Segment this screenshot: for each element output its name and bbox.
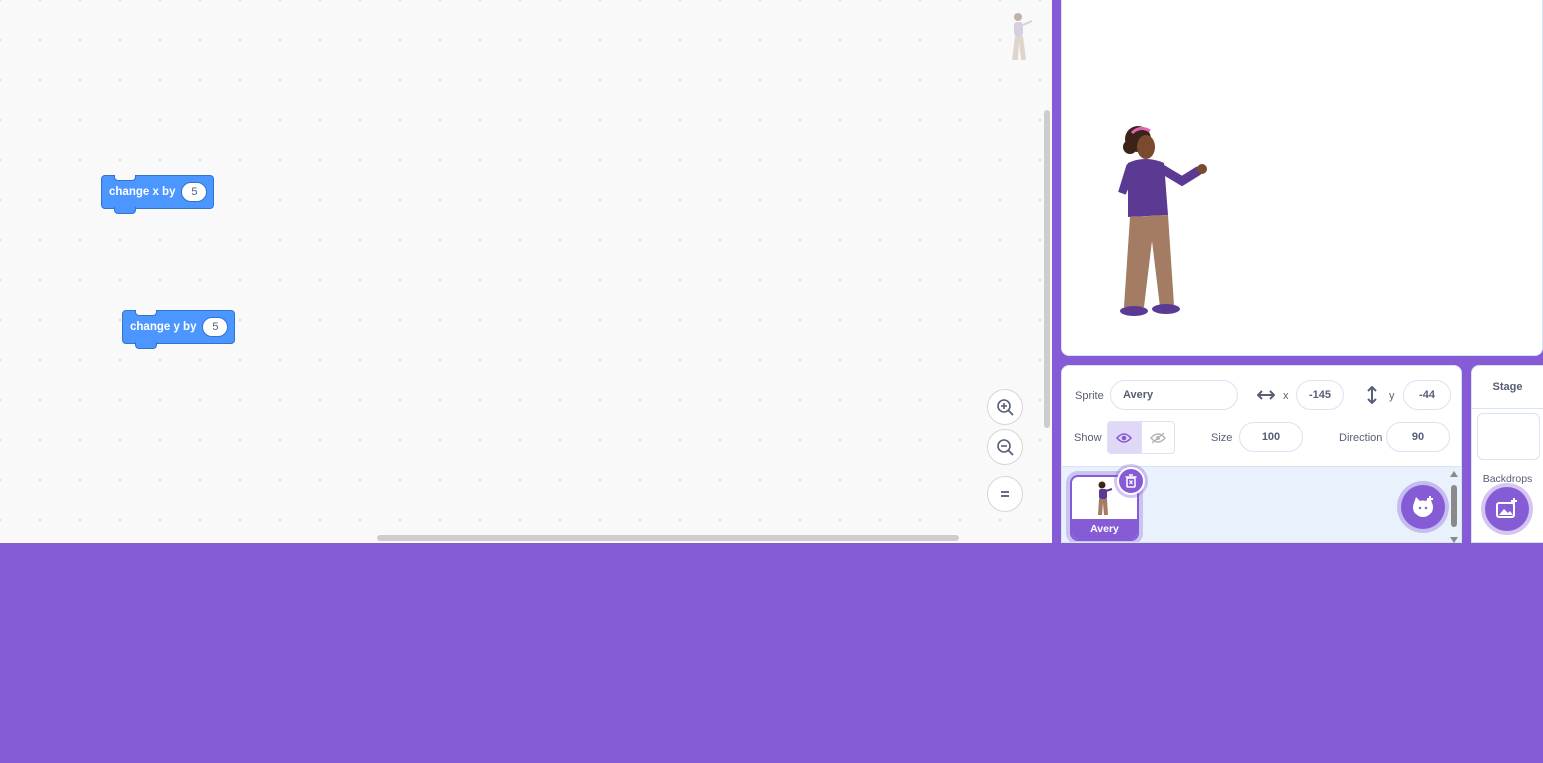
sprite-label: Sprite	[1075, 390, 1104, 402]
workspace-vertical-scrollbar[interactable]	[1044, 110, 1050, 428]
trash-icon	[1125, 474, 1137, 488]
zoom-in-icon	[997, 399, 1014, 416]
sprite-list-scroll-down-icon[interactable]	[1450, 537, 1458, 543]
stage-canvas[interactable]	[1061, 0, 1543, 356]
block-number-input[interactable]: 5	[202, 317, 229, 337]
sprite-list-scrollbar[interactable]	[1451, 485, 1457, 527]
sprite-info-pane: Sprite Avery x -145 y -44 Show Size 100 …	[1061, 365, 1462, 543]
hide-sprite-button[interactable]	[1140, 422, 1174, 453]
x-label: x	[1283, 390, 1289, 402]
stage-thumbnail[interactable]	[1477, 413, 1540, 460]
x-position-input[interactable]: -145	[1296, 380, 1344, 410]
change-x-block[interactable]: change x by 5	[101, 175, 215, 214]
zoom-reset-icon	[1001, 491, 1009, 497]
sprite-name-input[interactable]: Avery	[1110, 380, 1238, 410]
zoom-out-button[interactable]	[987, 429, 1023, 465]
visibility-toggle	[1107, 421, 1175, 454]
show-sprite-button[interactable]	[1108, 422, 1141, 453]
backdrops-label: Backdrops	[1482, 473, 1533, 485]
sprite-watermark-image	[1012, 13, 1033, 60]
direction-label: Direction	[1339, 432, 1383, 444]
code-workspace[interactable]: change x by 5 change y by 5	[0, 0, 1052, 543]
choose-backdrop-button[interactable]	[1485, 487, 1529, 531]
size-input[interactable]: 100	[1239, 422, 1303, 452]
sprite-thumbnail-image	[1098, 481, 1113, 515]
eye-icon	[1116, 432, 1133, 443]
y-position-input[interactable]: -44	[1403, 380, 1451, 410]
change-y-block[interactable]: change y by 5	[122, 310, 236, 349]
show-label: Show	[1074, 432, 1102, 444]
zoom-out-icon	[997, 439, 1014, 456]
direction-input[interactable]: 90	[1386, 422, 1450, 452]
y-label: y	[1389, 390, 1395, 402]
delete-sprite-button[interactable]	[1117, 467, 1145, 495]
horizontal-arrows-icon	[1257, 390, 1275, 400]
sprite-list-scroll-up-icon[interactable]	[1450, 471, 1458, 477]
block-label: change y by	[130, 321, 197, 333]
eye-slash-icon	[1149, 431, 1166, 444]
block-label: change x by	[109, 186, 176, 198]
sprite-info-bar: Sprite Avery x -145 y -44 Show Size 100 …	[1062, 366, 1461, 467]
size-label: Size	[1211, 432, 1233, 444]
avery-sprite-image[interactable]	[1116, 123, 1212, 321]
choose-sprite-button[interactable]	[1401, 485, 1445, 529]
stage-selector-title: Stage	[1472, 366, 1543, 409]
block-number-input[interactable]: 5	[181, 182, 208, 202]
sprite-tile-label: Avery	[1072, 519, 1137, 539]
vertical-arrows-icon	[1367, 386, 1377, 404]
image-add-icon	[1496, 498, 1517, 518]
zoom-reset-button[interactable]	[987, 476, 1023, 512]
workspace-horizontal-scrollbar[interactable]	[377, 535, 959, 541]
cat-add-icon	[1413, 496, 1433, 517]
zoom-in-button[interactable]	[987, 389, 1023, 425]
